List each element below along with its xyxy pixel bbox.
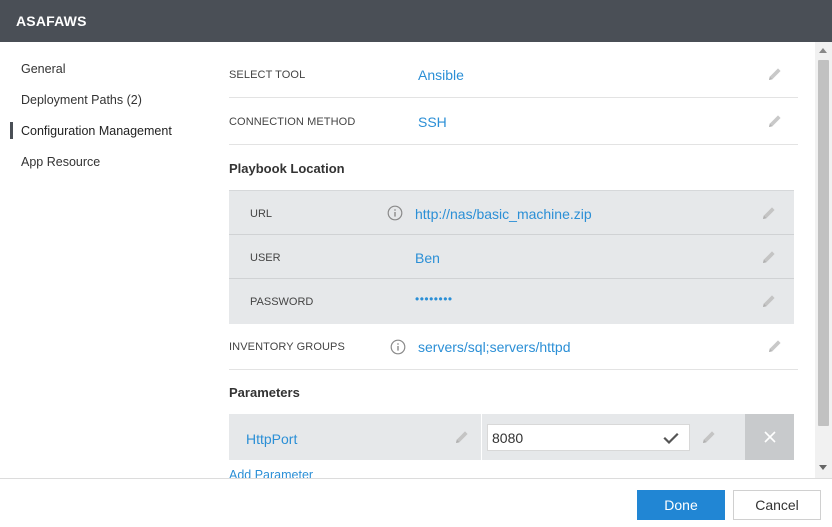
pencil-icon[interactable] (766, 337, 784, 355)
sidebar-item-configuration-management[interactable]: Configuration Management (21, 124, 172, 138)
playbook-url-value[interactable]: http://nas/basic_machine.zip (415, 206, 592, 222)
pencil-icon[interactable] (760, 292, 778, 310)
dialog-title: ASAFAWS (16, 13, 87, 29)
playbook-password-value[interactable]: •••••••• (415, 292, 453, 306)
pencil-icon[interactable] (766, 65, 784, 83)
inventory-groups-value[interactable]: servers/sql;servers/httpd (418, 339, 571, 355)
sidebar-nav: General Deployment Paths (2) Configurati… (0, 42, 210, 478)
dialog-footer: Done Cancel (0, 478, 832, 527)
playbook-user-value[interactable]: Ben (415, 250, 440, 266)
scroll-down-arrow[interactable] (819, 465, 827, 470)
inventory-groups-row: INVENTORY GROUPS servers/sql;servers/htt… (229, 324, 798, 370)
connection-method-row: CONNECTION METHOD SSH (229, 99, 798, 145)
sidebar-item-general[interactable]: General (21, 62, 65, 76)
config-content: SELECT TOOL Ansible CONNECTION METHOD SS… (210, 42, 815, 478)
playbook-location-panel: URL http://nas/basic_machine.zip USER Be… (229, 190, 794, 324)
done-button[interactable]: Done (637, 490, 725, 520)
playbook-location-heading: Playbook Location (229, 161, 345, 176)
parameter-row: HttpPort (229, 414, 794, 460)
playbook-password-label: PASSWORD (250, 296, 314, 308)
delete-parameter-button[interactable] (745, 414, 794, 460)
pencil-icon[interactable] (760, 204, 778, 222)
connection-method-label: CONNECTION METHOD (229, 116, 356, 128)
sidebar-item-deployment-paths[interactable]: Deployment Paths (2) (21, 93, 142, 107)
playbook-user-row: USER Ben (229, 235, 794, 279)
check-icon[interactable] (663, 430, 679, 446)
content-scrollbar[interactable] (815, 42, 832, 478)
info-icon[interactable] (387, 205, 403, 221)
parameters-heading: Parameters (229, 385, 300, 400)
playbook-password-row: PASSWORD •••••••• (229, 279, 794, 323)
add-parameter-link[interactable]: Add Parameter (229, 468, 313, 478)
dialog-titlebar: ASAFAWS (0, 0, 832, 42)
playbook-url-label: URL (250, 208, 273, 220)
info-icon[interactable] (390, 339, 406, 355)
playbook-user-label: USER (250, 252, 281, 264)
pencil-icon[interactable] (760, 248, 778, 266)
parameter-value-field (487, 424, 690, 451)
pencil-icon[interactable] (766, 112, 784, 130)
pencil-icon[interactable] (700, 428, 718, 446)
playbook-url-row: URL http://nas/basic_machine.zip (229, 191, 794, 235)
select-tool-label: SELECT TOOL (229, 69, 306, 81)
connection-method-value[interactable]: SSH (418, 114, 447, 130)
sidebar-item-app-resource[interactable]: App Resource (21, 155, 100, 169)
pencil-icon[interactable] (453, 428, 471, 446)
parameter-name[interactable]: HttpPort (246, 431, 297, 447)
scroll-thumb[interactable] (818, 60, 829, 426)
close-icon (764, 431, 776, 443)
cancel-button[interactable]: Cancel (733, 490, 821, 520)
scroll-up-arrow[interactable] (819, 48, 827, 53)
parameter-divider (481, 414, 482, 460)
select-tool-value[interactable]: Ansible (418, 67, 464, 83)
active-item-indicator (10, 122, 13, 139)
inventory-groups-label: INVENTORY GROUPS (229, 341, 345, 353)
parameter-value-input[interactable] (492, 429, 652, 447)
select-tool-row: SELECT TOOL Ansible (229, 52, 798, 98)
